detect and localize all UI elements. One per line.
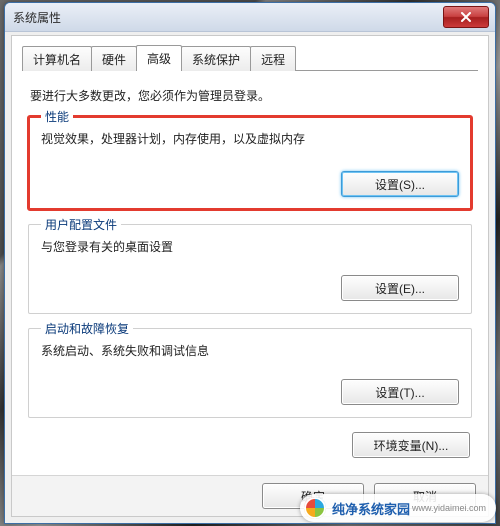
tab-remote[interactable]: 远程 bbox=[250, 46, 296, 71]
window-title: 系统属性 bbox=[5, 9, 61, 26]
user-profiles-desc: 与您登录有关的桌面设置 bbox=[41, 238, 459, 255]
user-profiles-settings-button[interactable]: 设置(E)... bbox=[341, 275, 459, 301]
advanced-page: 要进行大多数更改，您必须作为管理员登录。 性能 视觉效果，处理器计划，内存使用，… bbox=[12, 71, 488, 458]
watermark-badge: 纯净系统家园 www.yidaimei.com bbox=[300, 494, 496, 522]
client-area: 计算机名 硬件 高级 系统保护 远程 要进行大多数更改，您必须作为管理员登录。 … bbox=[11, 35, 489, 517]
watermark-brand: 纯净系统家园 bbox=[332, 499, 410, 518]
performance-desc: 视觉效果，处理器计划，内存使用，以及虚拟内存 bbox=[41, 130, 459, 147]
tab-strip: 计算机名 硬件 高级 系统保护 远程 bbox=[22, 44, 488, 70]
performance-settings-button[interactable]: 设置(S)... bbox=[341, 171, 459, 197]
watermark-url: www.yidaimei.com bbox=[412, 503, 486, 513]
performance-group: 性能 视觉效果，处理器计划，内存使用，以及虚拟内存 设置(S)... bbox=[28, 116, 472, 210]
performance-title: 性能 bbox=[41, 108, 73, 125]
close-button[interactable] bbox=[443, 6, 489, 28]
desktop-background: 系统属性 计算机名 硬件 高级 系统保护 远程 要进行大多数更改，您必须作为管理… bbox=[0, 0, 500, 526]
user-profiles-group: 用户配置文件 与您登录有关的桌面设置 设置(E)... bbox=[28, 224, 472, 314]
tab-advanced[interactable]: 高级 bbox=[136, 45, 182, 71]
environment-variables-button[interactable]: 环境变量(N)... bbox=[352, 432, 470, 458]
watermark-logo-icon bbox=[304, 497, 326, 519]
tab-computer-name[interactable]: 计算机名 bbox=[22, 46, 92, 71]
tab-hardware[interactable]: 硬件 bbox=[91, 46, 137, 71]
titlebar: 系统属性 bbox=[5, 3, 495, 32]
close-icon bbox=[460, 12, 472, 22]
tab-system-protection[interactable]: 系统保护 bbox=[181, 46, 251, 71]
startup-recovery-title: 启动和故障恢复 bbox=[41, 320, 133, 337]
startup-recovery-desc: 系统启动、系统失败和调试信息 bbox=[41, 342, 459, 359]
system-properties-window: 系统属性 计算机名 硬件 高级 系统保护 远程 要进行大多数更改，您必须作为管理… bbox=[4, 2, 496, 524]
user-profiles-title: 用户配置文件 bbox=[41, 216, 121, 233]
startup-recovery-settings-button[interactable]: 设置(T)... bbox=[341, 379, 459, 405]
admin-notice: 要进行大多数更改，您必须作为管理员登录。 bbox=[30, 87, 470, 104]
startup-recovery-group: 启动和故障恢复 系统启动、系统失败和调试信息 设置(T)... bbox=[28, 328, 472, 418]
